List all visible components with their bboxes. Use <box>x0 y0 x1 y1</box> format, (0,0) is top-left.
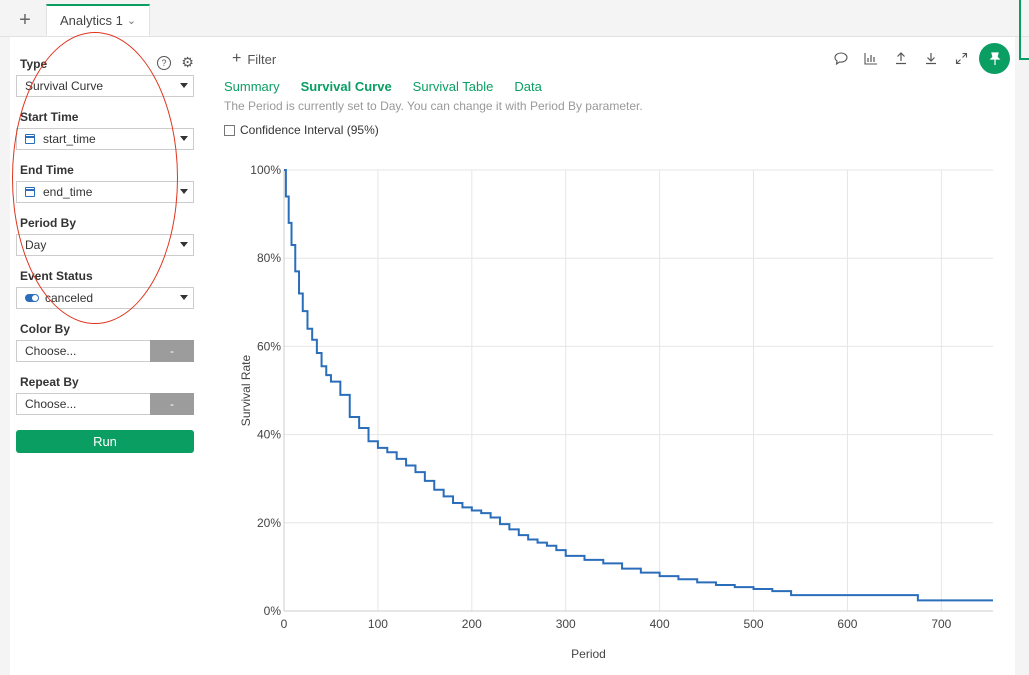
toolbar-icons <box>826 48 976 68</box>
question-circle-icon[interactable]: ? <box>157 56 171 70</box>
main-panel: Type ? ⚙ Survival Curve Start Time start… <box>10 32 1015 675</box>
caret-down-icon <box>180 189 188 194</box>
event-status-value: canceled <box>45 291 94 305</box>
tab-data[interactable]: Data <box>514 79 541 94</box>
gear-icon[interactable]: ⚙ <box>180 55 195 70</box>
repeat-by-value[interactable]: Choose... <box>16 393 150 415</box>
period-by-select[interactable]: Day <box>16 234 194 256</box>
download-icon[interactable] <box>916 48 946 68</box>
caret-down-icon <box>180 242 188 247</box>
tab-analytics-1[interactable]: Analytics 1 ⌄ <box>46 4 150 36</box>
start-time-select[interactable]: start_time <box>16 128 194 150</box>
expand-icon[interactable] <box>946 48 976 68</box>
toggle-icon <box>25 294 39 302</box>
repeat-by-select[interactable]: Choose... - <box>16 393 194 415</box>
period-by-label: Period By <box>20 216 77 230</box>
calendar-icon <box>25 187 35 197</box>
calendar-icon <box>25 134 35 144</box>
plus-icon: + <box>232 50 242 67</box>
x-tick-label: 400 <box>650 617 670 631</box>
x-tick-label: 500 <box>744 617 764 631</box>
tab-summary[interactable]: Summary <box>224 79 280 94</box>
start-time-value: start_time <box>43 132 96 146</box>
type-select[interactable]: Survival Curve <box>16 75 194 97</box>
repeat-by-label: Repeat By <box>20 375 79 389</box>
period-info-text: The Period is currently set to Day. You … <box>224 99 643 113</box>
pin-icon[interactable] <box>979 43 1010 74</box>
start-time-label: Start Time <box>20 110 79 124</box>
x-tick-label: 600 <box>837 617 857 631</box>
chevron-down-icon[interactable]: ⌄ <box>127 14 136 27</box>
y-tick-label: 60% <box>257 339 281 353</box>
pin-connector-line <box>1019 0 1029 60</box>
color-by-select[interactable]: Choose... - <box>16 340 194 362</box>
add-tab-button[interactable]: + <box>8 6 42 34</box>
confidence-interval-label: Confidence Interval (95%) <box>240 123 379 137</box>
filter-button[interactable]: + Filter <box>232 50 276 68</box>
x-tick-label: 700 <box>931 617 951 631</box>
end-time-label: End Time <box>20 163 74 177</box>
confidence-interval-checkbox[interactable]: Confidence Interval (95%) <box>224 123 379 137</box>
event-status-select[interactable]: canceled <box>16 287 194 309</box>
x-axis-label: Period <box>571 647 606 661</box>
view-tabs: Summary Survival Curve Survival Table Da… <box>224 79 563 94</box>
y-tick-label: 100% <box>250 163 281 177</box>
caret-down-icon <box>180 83 188 88</box>
checkbox-icon[interactable] <box>224 124 235 136</box>
y-axis-label: Survival Rate <box>239 355 253 427</box>
tab-bar: + Analytics 1 ⌄ <box>0 0 1029 37</box>
type-select-value: Survival Curve <box>25 79 104 93</box>
comment-icon[interactable] <box>826 48 856 68</box>
run-button[interactable]: Run <box>16 430 194 453</box>
type-label: Type <box>20 57 48 71</box>
tab-survival-table[interactable]: Survival Table <box>413 79 494 94</box>
end-time-select[interactable]: end_time <box>16 181 194 203</box>
upload-icon[interactable] <box>886 48 916 68</box>
y-tick-label: 80% <box>257 251 281 265</box>
y-tick-label: 0% <box>264 604 282 618</box>
x-tick-label: 300 <box>556 617 576 631</box>
color-by-value[interactable]: Choose... <box>16 340 150 362</box>
y-tick-label: 20% <box>257 516 281 530</box>
repeat-by-clear-button[interactable]: - <box>150 393 194 415</box>
chart-icon[interactable] <box>856 48 886 68</box>
caret-down-icon <box>180 295 188 300</box>
survival-curve-line <box>284 169 993 602</box>
survival-curve-chart: 0% 20% 40% 60% 80% 100% 0 100 200 300 400 500 600 700… <box>239 163 993 661</box>
color-by-label: Color By <box>20 322 71 336</box>
event-status-label: Event Status <box>20 269 93 283</box>
filter-label: Filter <box>247 51 277 67</box>
x-tick-label: 0 <box>281 617 288 631</box>
tab-label: Analytics 1 <box>59 13 123 28</box>
caret-down-icon <box>180 136 188 141</box>
period-by-value: Day <box>25 238 47 252</box>
x-tick-label: 200 <box>462 617 482 631</box>
color-by-clear-button[interactable]: - <box>150 340 194 362</box>
y-tick-label: 40% <box>257 428 281 442</box>
tab-survival-curve[interactable]: Survival Curve <box>301 79 392 94</box>
x-tick-label: 100 <box>368 617 388 631</box>
sidebar: Type ? ⚙ Survival Curve Start Time start… <box>10 32 210 675</box>
end-time-value: end_time <box>43 185 93 199</box>
